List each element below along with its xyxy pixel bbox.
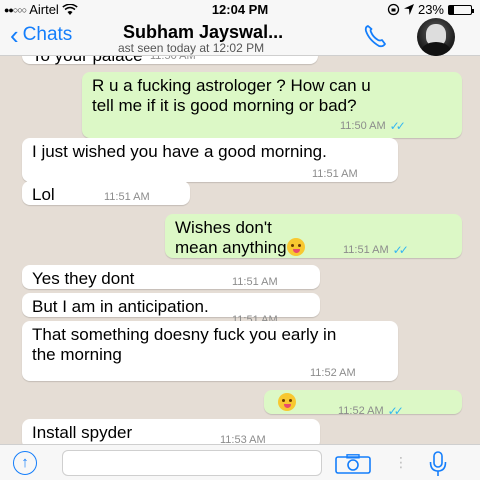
tongue-wink-emoji (278, 393, 296, 411)
message-timestamp: 11:53 AM (220, 434, 266, 444)
message-input[interactable] (62, 450, 322, 476)
microphone-icon[interactable] (428, 450, 448, 478)
outgoing-message-bubble[interactable]: 11:52 AM ✓✓ (264, 390, 462, 418)
back-button[interactable]: ‹ Chats (10, 22, 72, 48)
message-text: R u a fucking astrologer ? How can u tel… (92, 76, 371, 115)
read-receipt-icon: ✓✓ (389, 119, 406, 133)
incoming-message-bubble[interactable]: Install spyder 11:53 AM (22, 419, 320, 444)
message-text-wrap: R u a fucking astrologer ? How can u tel… (92, 76, 382, 116)
message-text: Yes they dont (32, 269, 135, 288)
phone-call-icon[interactable] (362, 22, 390, 50)
location-icon (403, 4, 414, 15)
message-meta: 11:53 AM (220, 430, 266, 444)
chat-header: ‹ Chats Subham Jayswal... ast seen today… (0, 18, 480, 56)
message-meta: 11:52 AM ✓✓ (338, 401, 404, 421)
back-label: Chats (22, 24, 73, 45)
message-text-wrap: Wishes don't mean anything (175, 218, 315, 258)
message-timestamp: 11:51 AM (232, 276, 278, 288)
message-timestamp: 11:52 AM (338, 405, 384, 417)
incoming-message-bubble[interactable]: I just wished you have a good morning. 11… (22, 138, 398, 182)
battery-percent: 23% (417, 2, 444, 17)
message-text: Install spyder (32, 423, 133, 442)
message-timestamp: 11:51 AM (312, 168, 358, 180)
message-text: To your palace (32, 56, 143, 65)
status-bar: ●●○○○ Airtel 12:04 PM 23% (0, 0, 480, 18)
chevron-left-icon: ‹ (10, 20, 19, 50)
message-meta: 11:51 AM ✓✓ (343, 240, 409, 260)
message-meta: 11:51 AM (232, 272, 278, 292)
incoming-message-bubble[interactable]: Yes they dont 11:51 AM (22, 265, 320, 289)
upload-arrow-icon[interactable]: ↑ (13, 451, 37, 475)
message-input-bar: ↑ ⋮ (0, 444, 480, 480)
message-meta: 11:50 AM ✓✓ (340, 116, 406, 136)
incoming-message-bubble[interactable]: That something doesny fuck you early in … (22, 321, 398, 381)
read-receipt-icon: ✓✓ (392, 243, 409, 257)
status-right-group: 23% (387, 2, 474, 17)
avatar[interactable] (417, 18, 455, 56)
message-meta: 11:51 AM (312, 164, 358, 184)
message-text: Lol (32, 185, 55, 204)
message-text: That something doesny fuck you early in … (32, 325, 337, 364)
read-receipt-icon: ✓✓ (387, 404, 404, 418)
message-timestamp: 11:52 AM (310, 367, 356, 379)
message-timestamp: 11:51 AM (343, 244, 389, 256)
outgoing-message-bubble[interactable]: R u a fucking astrologer ? How can u tel… (82, 72, 462, 138)
battery-fill (449, 5, 455, 14)
message-meta: 11:51 AM (104, 187, 150, 207)
chat-message-list[interactable]: To your palace 11:50 AM R u a fucking astr… (0, 56, 480, 444)
message-text: I just wished you have a good morning. (32, 142, 327, 161)
outgoing-message-bubble[interactable]: Wishes don't mean anything 11:51 AM ✓✓ (165, 214, 462, 258)
separator-dots: ⋮ (394, 454, 408, 470)
camera-icon[interactable] (334, 454, 372, 474)
rotation-lock-icon (387, 3, 400, 16)
incoming-message-bubble[interactable]: Lol 11:51 AM (22, 181, 190, 205)
message-timestamp: 11:50 AM (340, 120, 386, 132)
message-text-wrap: I just wished you have a good morning. (32, 142, 372, 162)
incoming-message-bubble[interactable]: But I am in anticipation. 11:51 AM (22, 293, 320, 326)
incoming-message-bubble[interactable]: To your palace 11:50 AM (22, 56, 318, 66)
message-meta: 11:52 AM (310, 363, 356, 383)
message-timestamp: 11:51 AM (104, 191, 150, 203)
message-text: Wishes don't mean anything (175, 218, 287, 257)
tongue-wink-emoji (286, 238, 305, 256)
battery-icon (448, 4, 474, 15)
message-text: But I am in anticipation. (32, 297, 209, 316)
message-timestamp: 11:50 AM (150, 56, 196, 62)
message-text-wrap: That something doesny fuck you early in … (32, 325, 352, 365)
last-seen-status: ast seen today at 12:02 PM (118, 41, 265, 55)
message-text-wrap: Install spyder (32, 423, 310, 443)
message-meta: 11:50 AM (150, 56, 196, 66)
contact-name[interactable]: Subham Jayswal... (123, 22, 283, 43)
